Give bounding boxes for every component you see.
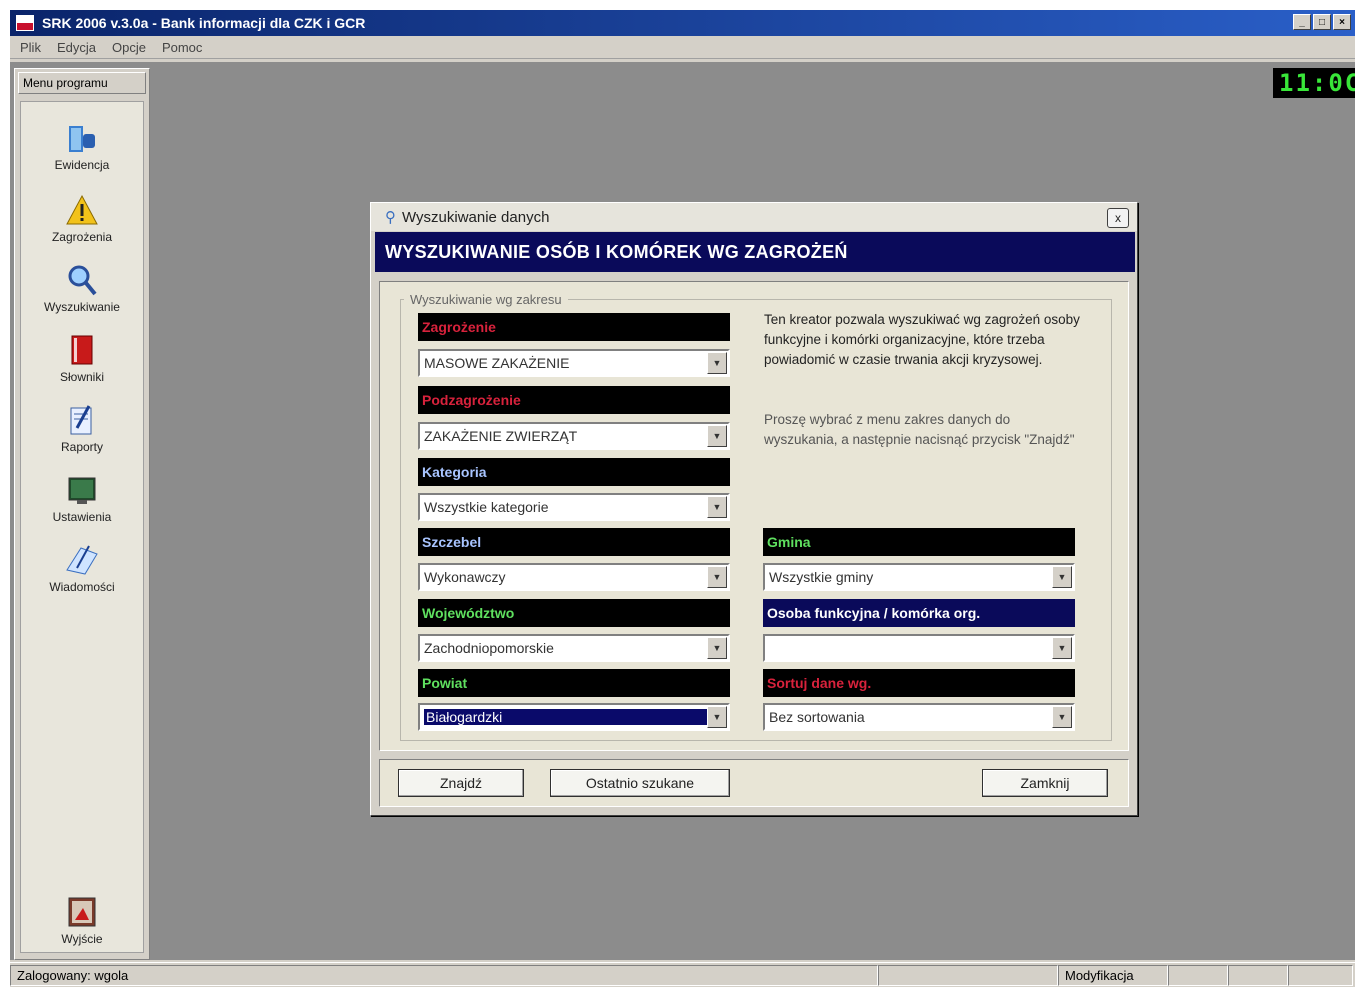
combo-szczebel[interactable]: Wykonawczy ▼ [418,563,730,591]
window-title: SRK 2006 v.3.0a - Bank informacji dla CZ… [42,15,366,31]
dropdown-arrow-icon[interactable]: ▼ [707,425,727,447]
label-szczebel: Szczebel [418,528,730,556]
sidebar-label-raporty: Raporty [60,440,104,454]
dialog-footer: Znajdź Ostatnio szukane Zamknij [379,759,1129,807]
dialog-banner: WYSZUKIWANIE OSÓB I KOMÓREK WG ZAGROŻEŃ [375,232,1135,272]
combo-gmina[interactable]: Wszystkie gminy ▼ [763,563,1075,591]
menu-edycja[interactable]: Edycja [55,40,98,55]
status-empty-4 [1288,964,1353,986]
sidebar-item-raporty[interactable]: Raporty [21,402,143,454]
label-sortuj: Sortuj dane wg. [763,669,1075,697]
message-icon [65,542,99,578]
combo-sortuj[interactable]: Bez sortowania ▼ [763,703,1075,731]
combo-kategoria[interactable]: Wszystkie kategorie ▼ [418,493,730,521]
help-text-description: Ten kreator pozwala wyszukiwać wg zagroż… [764,312,1080,367]
combo-powiat-value: Białogardzki [424,709,708,725]
search-icon [65,262,99,298]
sidebar-label-slowniki: Słowniki [59,370,104,384]
combo-gmina-value: Wszystkie gminy [769,569,874,585]
status-user: Zalogowany: wgola [10,964,878,986]
dropdown-arrow-icon[interactable]: ▼ [707,566,727,588]
dropdown-arrow-icon[interactable]: ▼ [1052,566,1072,588]
sidebar: Menu programu Ewidencja Zagrożenia Wyszu… [14,68,150,960]
find-button[interactable]: Znajdź [398,769,524,797]
sidebar-label-wyjscie: Wyjście [61,932,103,946]
label-podzagrozenie: Podzagrożenie [418,386,730,414]
label-powiat: Powiat [418,669,730,697]
book-icon [65,332,99,368]
sidebar-item-ewidencja[interactable]: Ewidencja [21,120,143,172]
close-window-button[interactable]: × [1333,14,1351,30]
label-gmina: Gmina [763,528,1075,556]
combo-zagrozenie-value: MASOWE ZAKAŻENIE [424,355,570,371]
menu-opcje[interactable]: Opcje [110,40,148,55]
clock-display: 11:0C [1273,68,1355,98]
status-empty-1 [878,964,1058,986]
combo-powiat[interactable]: Białogardzki ▼ [418,703,730,731]
menu-pomoc[interactable]: Pomoc [160,40,204,55]
warning-icon [65,192,99,228]
status-empty-3 [1228,964,1288,986]
label-zagrozenie: Zagrożenie [418,313,730,341]
group-legend: Wyszukiwanie wg zakresu [404,292,568,307]
combo-osoba-funkcyjna[interactable]: ▼ [763,634,1075,662]
sidebar-label-wiadomosci: Wiadomości [49,580,115,594]
sidebar-panel: Ewidencja Zagrożenia Wyszukiwanie Słowni… [20,101,144,953]
sidebar-item-ustawienia[interactable]: Ustawienia [21,472,143,524]
settings-monitor-icon [65,472,99,508]
sidebar-item-wyszukiwanie[interactable]: Wyszukiwanie [21,262,143,314]
menu-bar: Plik Edycja Opcje Pomoc [10,37,1355,59]
sidebar-label-wyszukiwanie: Wyszukiwanie [44,300,120,314]
title-bar: SRK 2006 v.3.0a - Bank informacji dla CZ… [10,10,1355,36]
exit-icon [65,894,99,930]
sidebar-header: Menu programu [18,72,146,94]
combo-podzagrozenie[interactable]: ZAKAŻENIE ZWIERZĄT ▼ [418,422,730,450]
combo-sortuj-value: Bez sortowania [769,709,865,725]
dialog-body: Wyszukiwanie wg zakresu Zagrożenie MASOW… [379,281,1129,751]
last-searched-button[interactable]: Ostatnio szukane [550,769,730,797]
database-icon [65,120,99,156]
search-dialog: ⚲ Wyszukiwanie danych x WYSZUKIWANIE OSÓ… [370,202,1138,816]
sidebar-label-zagrozenia: Zagrożenia [51,230,113,244]
close-button[interactable]: Zamknij [982,769,1108,797]
sidebar-label-ewidencja: Ewidencja [54,158,110,172]
window-controls: _ □ × [1293,14,1351,30]
combo-wojewodztwo[interactable]: Zachodniopomorskie ▼ [418,634,730,662]
minimize-button[interactable]: _ [1293,14,1311,30]
sidebar-item-zagrozenia[interactable]: Zagrożenia [21,192,143,244]
status-bar: Zalogowany: wgola Modyfikacja [10,962,1355,987]
dropdown-arrow-icon[interactable]: ▼ [707,496,727,518]
dialog-search-icon: ⚲ [385,209,396,226]
dropdown-arrow-icon[interactable]: ▼ [1052,637,1072,659]
help-text-instruction: Proszę wybrać z menu zakres danych do wy… [764,412,1075,447]
combo-szczebel-value: Wykonawczy [424,569,506,585]
sidebar-item-wyjscie[interactable]: Wyjście [21,894,143,946]
sidebar-item-slowniki[interactable]: Słowniki [21,332,143,384]
label-wojewodztwo: Województwo [418,599,730,627]
report-icon [65,402,99,438]
combo-wojewodztwo-value: Zachodniopomorskie [424,640,554,656]
status-empty-2 [1168,964,1228,986]
maximize-button[interactable]: □ [1313,14,1331,30]
sidebar-label-ustawienia: Ustawienia [52,510,112,524]
label-osoba-funkcyjna: Osoba funkcyjna / komórka org. [763,599,1075,627]
dialog-close-icon[interactable]: x [1107,208,1129,228]
label-kategoria: Kategoria [418,458,730,486]
sidebar-item-wiadomosci[interactable]: Wiadomości [21,542,143,594]
combo-zagrozenie[interactable]: MASOWE ZAKAŻENIE ▼ [418,349,730,377]
combo-kategoria-value: Wszystkie kategorie [424,499,549,515]
dialog-title: Wyszukiwanie danych [402,208,550,226]
dropdown-arrow-icon[interactable]: ▼ [707,706,727,728]
app-flag-icon [16,15,34,31]
status-mode: Modyfikacja [1058,964,1168,986]
dialog-title-bar: ⚲ Wyszukiwanie danych x [371,203,1137,231]
dropdown-arrow-icon[interactable]: ▼ [1052,706,1072,728]
dropdown-arrow-icon[interactable]: ▼ [707,637,727,659]
menu-plik[interactable]: Plik [18,40,43,55]
combo-podzagrozenie-value: ZAKAŻENIE ZWIERZĄT [424,428,578,444]
dropdown-arrow-icon[interactable]: ▼ [707,352,727,374]
